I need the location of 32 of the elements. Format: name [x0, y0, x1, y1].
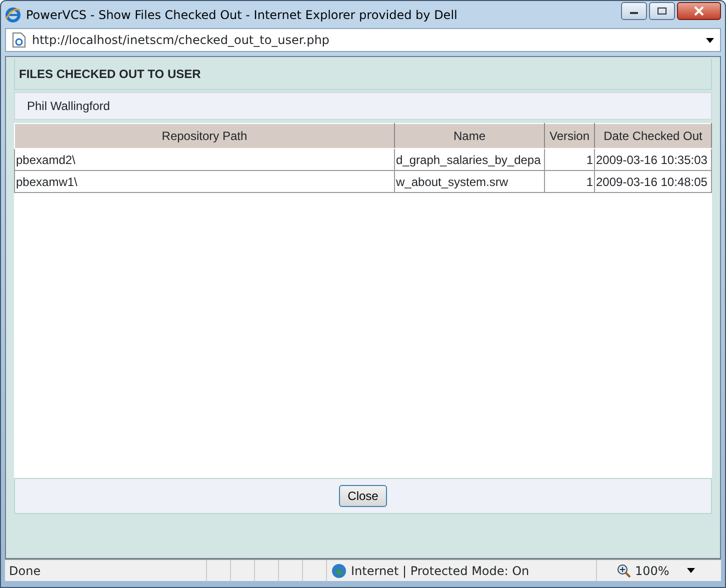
column-header: Name: [394, 124, 544, 148]
url-text: http://localhost/inetscm/checked_out_to_user.php: [32, 32, 330, 49]
close-button[interactable]: Close: [338, 485, 388, 507]
zoom-level[interactable]: 100%: [635, 562, 670, 580]
security-zone-text: Internet | Protected Mode: On: [351, 562, 530, 580]
table-cell: 2009-03-16 10:48:05: [594, 170, 712, 192]
column-header: Version: [544, 124, 594, 148]
table-cell: pbexamd2\: [14, 148, 394, 170]
column-header: Date Checked Out: [594, 124, 712, 148]
dropdown-arrow-icon[interactable]: [706, 38, 714, 42]
globe-icon: [331, 562, 347, 578]
status-text: Done: [9, 562, 41, 580]
maximize-button[interactable]: [649, 2, 675, 20]
close-icon: [694, 6, 704, 16]
minimize-button[interactable]: [621, 2, 647, 20]
table-cell: w_about_system.srw: [394, 170, 544, 192]
table-cell: pbexamw1\: [14, 170, 394, 192]
table-cell: 1: [544, 170, 594, 192]
close-window-button[interactable]: [677, 2, 721, 20]
table-cell: 1: [544, 148, 594, 170]
page-icon: [12, 32, 26, 48]
table-cell: 2009-03-16 10:35:03: [594, 148, 712, 170]
zoom-icon[interactable]: [617, 564, 631, 578]
panel-heading: FILES CHECKED OUT TO USER: [14, 59, 712, 90]
column-header: Repository Path: [14, 124, 394, 148]
table-cell: d_graph_salaries_by_depa: [394, 148, 544, 170]
window-title: PowerVCS - Show Files Checked Out - Internet Explorer provided by Dell: [26, 6, 458, 24]
address-field[interactable]: http://localhost/inetscm/checked_out_to_user.php: [5, 28, 721, 52]
dropdown-arrow-icon[interactable]: [687, 568, 696, 573]
browser-logo-icon: [5, 6, 21, 22]
user-name: Phil Wallingford: [27, 98, 110, 115]
maximize-icon: [657, 7, 667, 15]
